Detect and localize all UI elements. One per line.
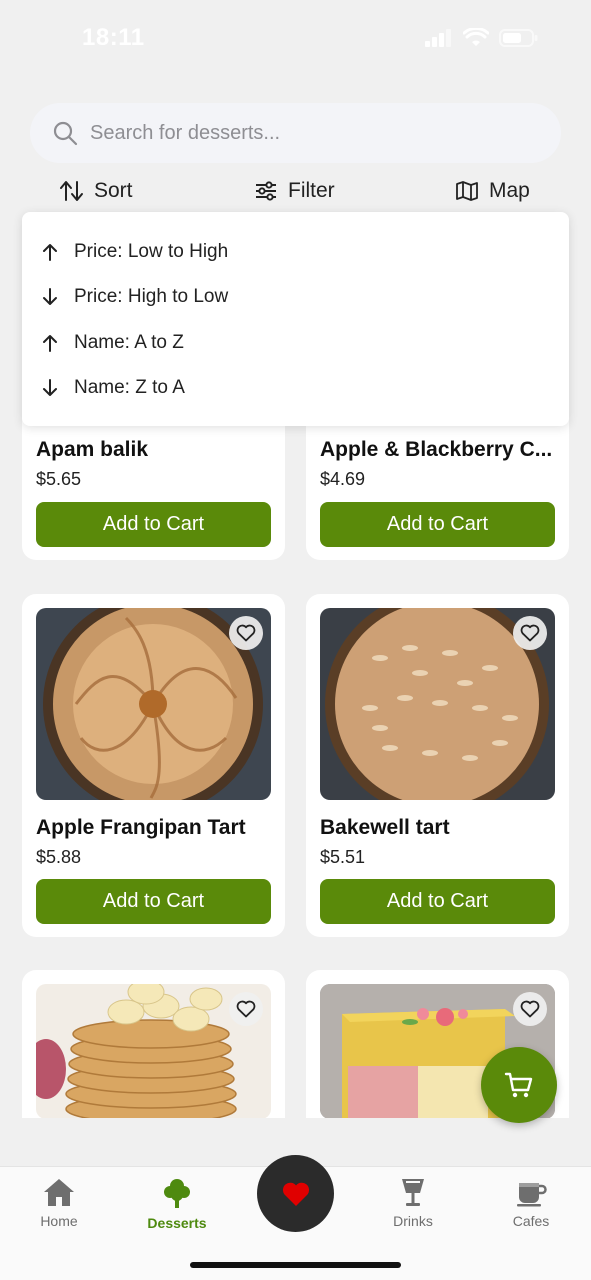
status-time: 18:11 xyxy=(82,24,145,51)
coffee-cup-icon xyxy=(517,1183,547,1207)
heart-outline-icon xyxy=(236,624,256,642)
sort-option-name-desc[interactable]: Name: Z to A xyxy=(22,366,569,412)
map-label: Map xyxy=(489,179,530,202)
product-card[interactable]: Bakewell tart $5.51 Add to Cart xyxy=(306,594,569,937)
nav-label: Drinks xyxy=(393,1213,433,1229)
sort-option-label: Price: Low to High xyxy=(74,240,229,262)
product-image[interactable] xyxy=(320,608,555,800)
battery-icon xyxy=(499,29,538,47)
sort-icon xyxy=(60,181,83,201)
favorite-button[interactable] xyxy=(229,616,263,650)
sort-option-label: Price: High to Low xyxy=(74,286,229,308)
nav-item-home[interactable]: Home xyxy=(19,1177,99,1229)
search-bar[interactable] xyxy=(30,103,561,163)
filter-button[interactable]: Filter xyxy=(254,170,335,212)
heart-outline-icon xyxy=(236,1000,256,1018)
status-bar: 18:11 xyxy=(0,0,591,80)
shopping-cart-icon xyxy=(504,1072,533,1098)
sort-dropdown-menu: Price: Low to High Price: High to Low Na… xyxy=(22,212,569,426)
add-to-cart-button[interactable]: Add to Cart xyxy=(36,879,271,924)
product-image[interactable] xyxy=(36,984,271,1118)
filter-sliders-icon xyxy=(256,181,276,201)
product-price: $5.88 xyxy=(36,847,82,867)
heart-icon xyxy=(282,1182,309,1206)
map-icon xyxy=(456,181,478,201)
nav-item-drinks[interactable]: Drinks xyxy=(373,1177,453,1229)
favorites-fab-button[interactable] xyxy=(257,1155,334,1232)
sort-option-price-asc[interactable]: Price: Low to High xyxy=(22,229,569,275)
sort-option-price-desc[interactable]: Price: High to Low xyxy=(22,275,569,321)
toolbar: Sort Filter Map xyxy=(0,170,591,212)
arrow-up-icon xyxy=(43,334,57,352)
tree-icon xyxy=(164,1179,190,1208)
cart-fab-button[interactable] xyxy=(481,1047,557,1123)
product-name: Apam balik xyxy=(36,438,149,461)
search-icon xyxy=(53,121,78,146)
arrow-down-icon xyxy=(43,379,57,397)
arrow-down-icon xyxy=(43,288,57,306)
product-name: Apple Frangipan Tart xyxy=(36,816,246,839)
product-price: $5.65 xyxy=(36,469,82,489)
status-icons xyxy=(425,28,539,48)
arrow-up-icon xyxy=(43,243,57,261)
favorite-button[interactable] xyxy=(513,616,547,650)
product-name: Bakewell tart xyxy=(320,816,450,839)
nav-label: Home xyxy=(40,1213,78,1229)
wifi-icon xyxy=(463,28,489,46)
nav-label: Cafes xyxy=(512,1213,550,1229)
search-input[interactable] xyxy=(90,121,530,145)
home-indicator xyxy=(190,1262,401,1268)
sort-option-label: Name: Z to A xyxy=(74,377,185,399)
heart-outline-icon xyxy=(520,1000,540,1018)
map-button[interactable]: Map xyxy=(455,170,530,212)
favorite-button[interactable] xyxy=(229,992,263,1026)
add-to-cart-button[interactable]: Add to Cart xyxy=(320,879,555,924)
signal-icon xyxy=(425,29,451,47)
product-card[interactable] xyxy=(22,970,285,1118)
home-icon xyxy=(44,1179,74,1206)
sort-label: Sort xyxy=(94,179,133,202)
nav-item-desserts[interactable]: Desserts xyxy=(137,1177,217,1231)
add-to-cart-button[interactable]: Add to Cart xyxy=(320,502,555,547)
favorite-button[interactable] xyxy=(513,992,547,1026)
filter-label: Filter xyxy=(288,179,335,202)
product-price: $5.51 xyxy=(320,847,366,867)
product-card[interactable]: Apple Frangipan Tart $5.88 Add to Cart xyxy=(22,594,285,937)
add-to-cart-button[interactable]: Add to Cart xyxy=(36,502,271,547)
heart-outline-icon xyxy=(520,624,540,642)
sort-option-name-asc[interactable]: Name: A to Z xyxy=(22,320,569,366)
nav-label: Desserts xyxy=(147,1215,207,1231)
sort-option-label: Name: A to Z xyxy=(74,331,184,353)
product-name: Apple & Blackberry C... xyxy=(320,438,553,461)
nav-item-cafes[interactable]: Cafes xyxy=(491,1177,571,1229)
product-image[interactable] xyxy=(36,608,271,800)
product-price: $4.69 xyxy=(320,469,366,489)
glass-icon xyxy=(402,1179,424,1206)
sort-button[interactable]: Sort xyxy=(60,170,133,212)
